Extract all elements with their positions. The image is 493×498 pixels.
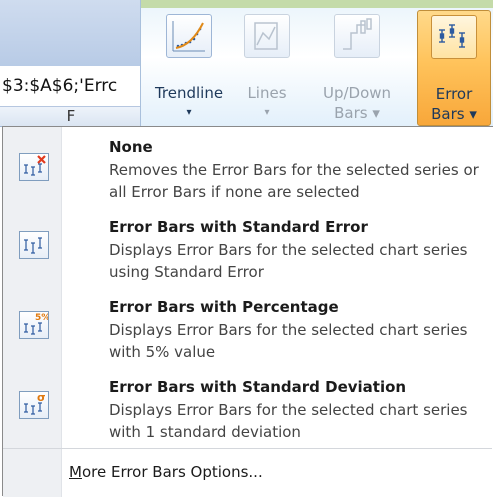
trendline-button[interactable]: Trendline ▾: [147, 10, 231, 126]
error-bars-none-icon: [19, 153, 49, 181]
error-bars-dropdown-menu: None Removes the Error Bars for the sele…: [2, 126, 493, 498]
menu-item-standard-deviation[interactable]: σ Error Bars with Standard Deviation Dis…: [3, 377, 492, 449]
menu-item-percentage-description: Displays Error Bars for the selected cha…: [109, 321, 468, 361]
error-bars-icon: [431, 15, 477, 59]
more-options-text: ore Error Bars Options...: [81, 463, 263, 481]
ribbon-contextual-strip: [141, 0, 493, 8]
error-bars-percentage-icon: 5%: [19, 311, 50, 339]
error-bars-label: Error: [435, 85, 473, 103]
menu-item-percentage-title: Error Bars with Percentage: [109, 298, 339, 316]
more-error-bars-options[interactable]: More Error Bars Options...: [3, 448, 492, 498]
worksheet-toolbar-area: [0, 0, 140, 67]
menu-item-standard-error[interactable]: Error Bars with Standard Error Displays …: [3, 217, 492, 289]
menu-item-standard-deviation-title: Error Bars with Standard Deviation: [109, 378, 407, 396]
error-bars-sublabel: Bars ▾: [431, 105, 477, 123]
percentage-badge: 5%: [35, 313, 48, 323]
ribbon-analysis-group: Trendline ▾ Lines ▾ Up/Down Bars ▾ Error…: [140, 0, 493, 127]
column-header-f[interactable]: F: [60, 107, 82, 126]
menu-item-none[interactable]: None Removes the Error Bars for the sele…: [3, 137, 492, 209]
column-header-row: F: [0, 107, 140, 127]
lines-icon: [244, 14, 290, 58]
formula-text: $3:$A$6;'Errc: [2, 76, 118, 96]
sigma-badge: σ: [37, 392, 46, 404]
menu-item-standard-deviation-description: Displays Error Bars for the selected cha…: [109, 401, 468, 441]
menu-item-percentage[interactable]: 5% Error Bars with Percentage Displays E…: [3, 297, 492, 369]
trendline-dropdown-caret: ▾: [186, 107, 192, 118]
formula-bar[interactable]: $3:$A$6;'Errc: [0, 66, 146, 107]
menu-item-none-description: Removes the Error Bars for the selected …: [109, 161, 479, 201]
error-bars-button[interactable]: Error Bars ▾: [417, 10, 491, 126]
more-error-bars-options-label: More Error Bars Options...: [69, 463, 263, 481]
up-down-bars-sublabel: Bars ▾: [334, 104, 380, 122]
up-down-bars-button[interactable]: Up/Down Bars ▾: [305, 10, 409, 126]
menu-item-standard-error-description: Displays Error Bars for the selected cha…: [109, 241, 468, 281]
error-bars-standard-deviation-icon: σ: [19, 391, 49, 419]
trendline-icon: [166, 14, 212, 58]
lines-dropdown-caret: ▾: [264, 107, 270, 118]
error-bars-standard-error-icon: [19, 231, 49, 259]
up-down-bars-label: Up/Down: [322, 84, 392, 102]
lines-label: Lines: [247, 84, 287, 102]
more-options-accelerator: M: [69, 463, 82, 481]
lines-button[interactable]: Lines ▾: [233, 10, 301, 126]
up-down-bars-icon: [334, 14, 380, 58]
menu-item-standard-error-title: Error Bars with Standard Error: [109, 218, 368, 236]
trendline-label: Trendline: [154, 84, 224, 102]
menu-item-none-title: None: [109, 138, 153, 156]
